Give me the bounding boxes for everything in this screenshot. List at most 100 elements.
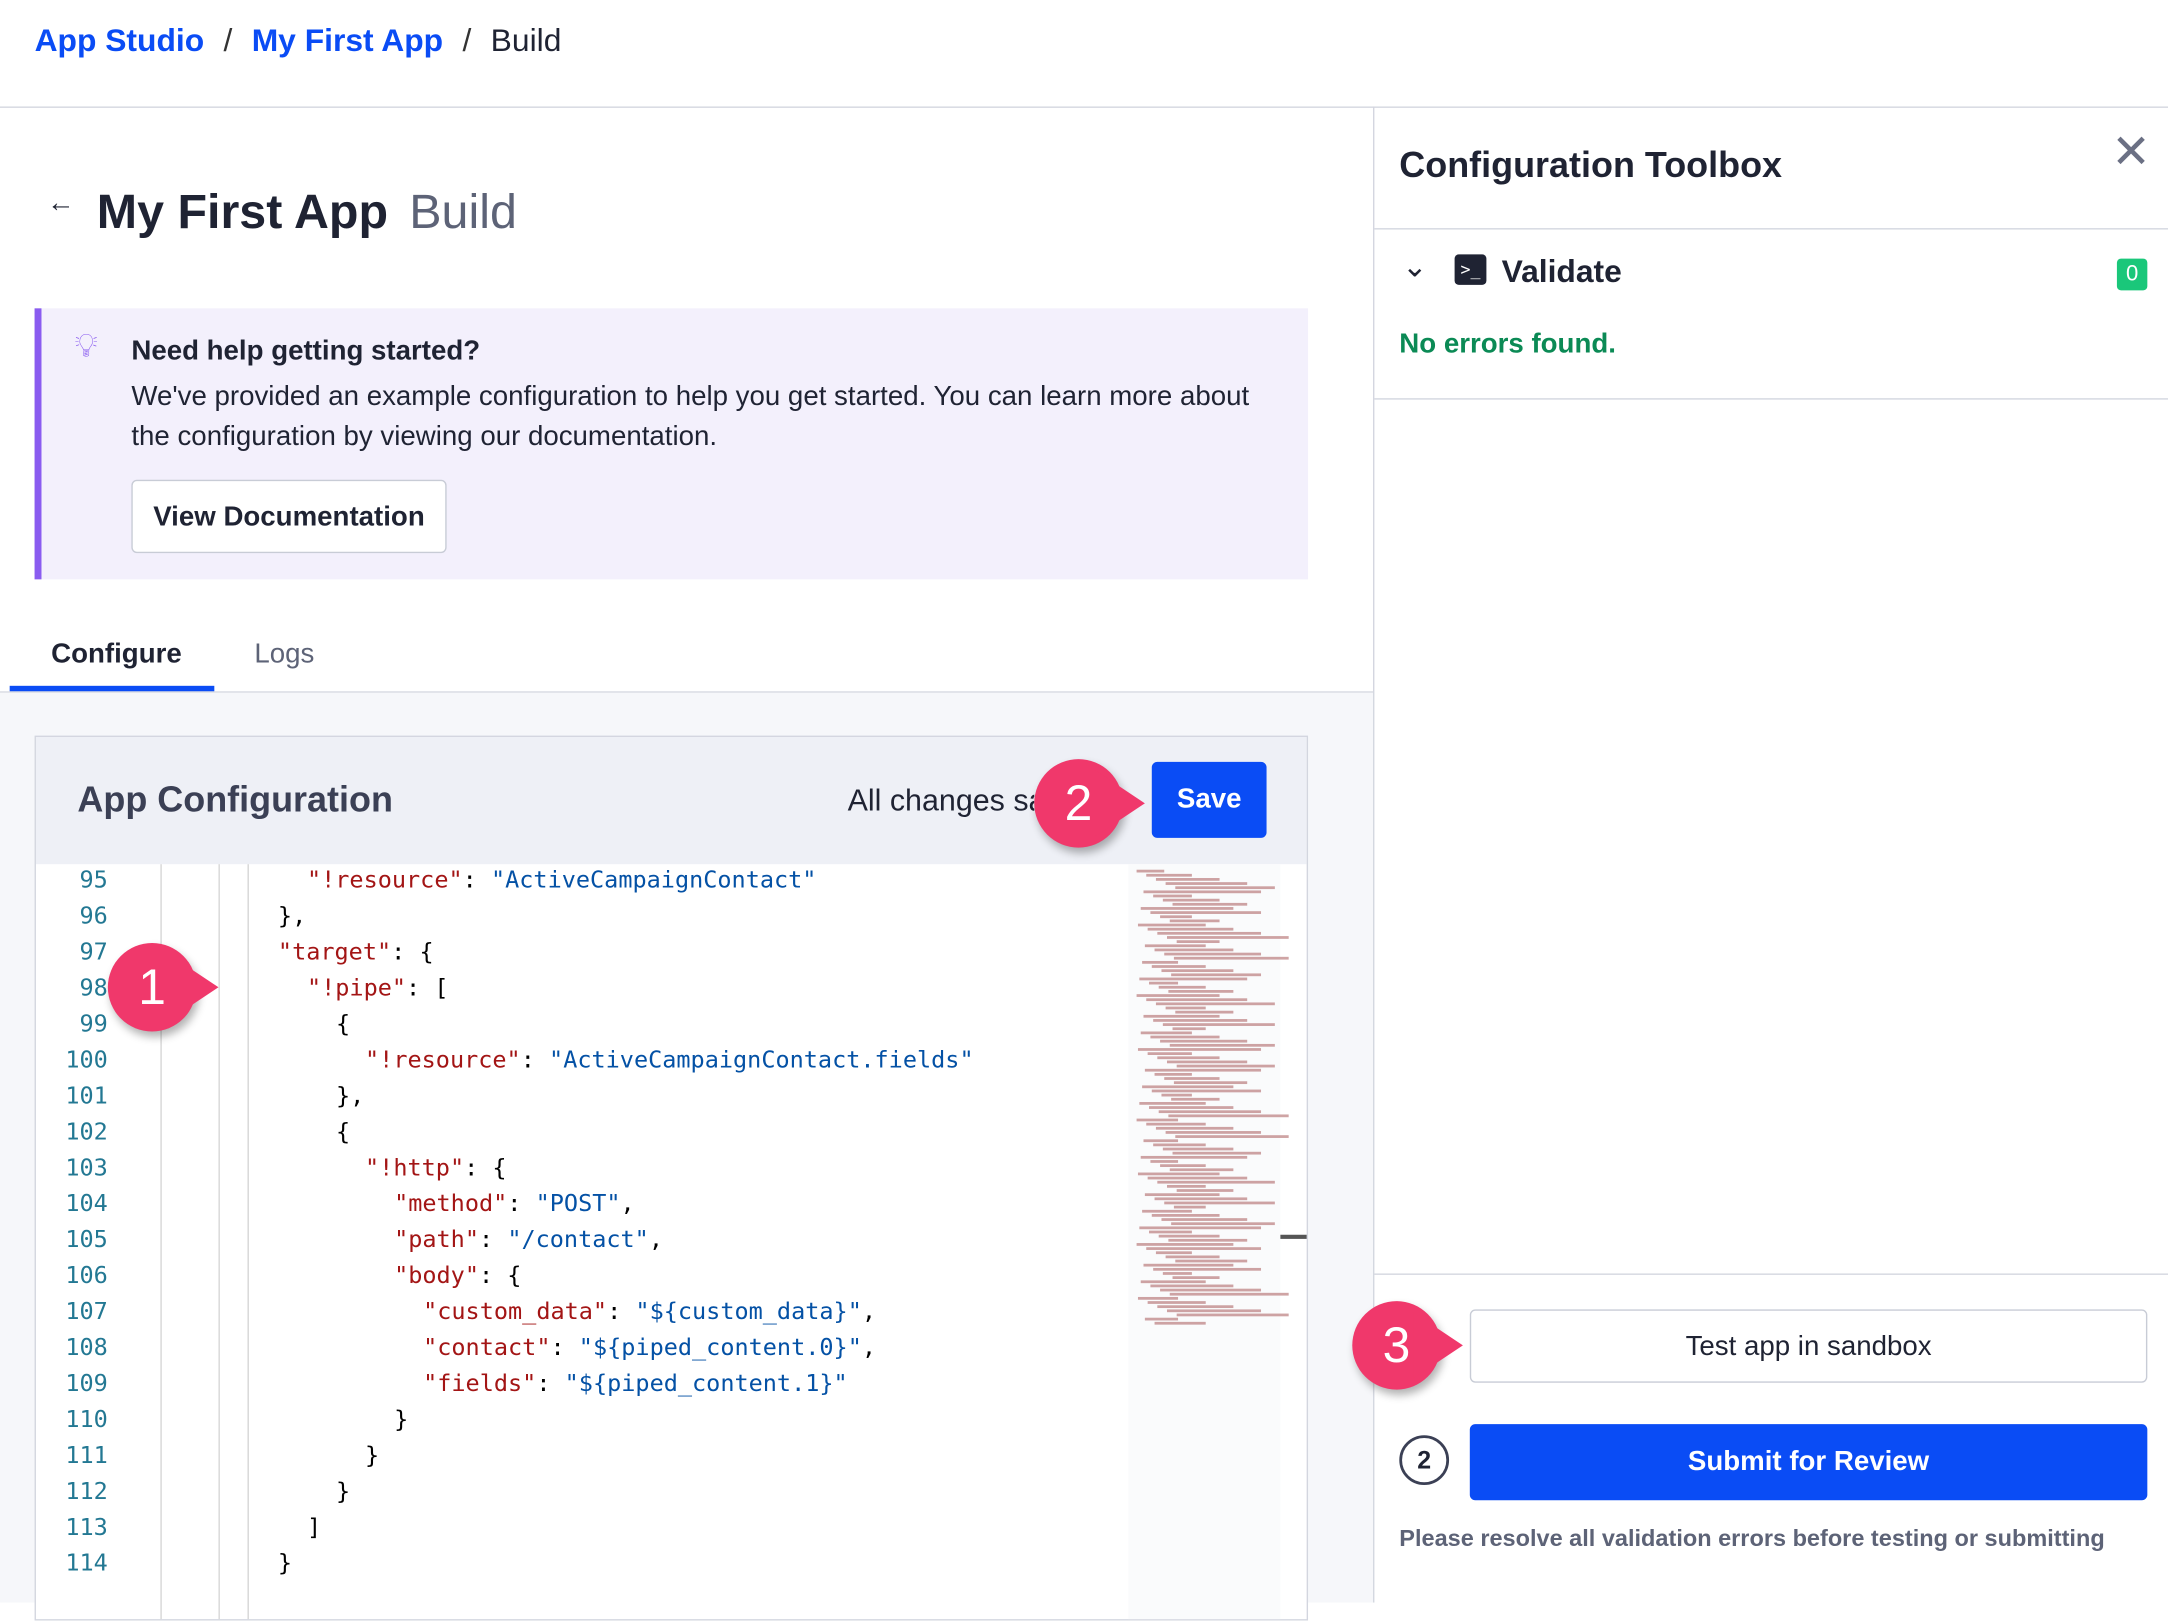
minimap-line: [1173, 1081, 1248, 1084]
minimap-line: [1153, 894, 1192, 897]
minimap-line: [1149, 981, 1179, 984]
code-line[interactable]: "path": "/contact",: [394, 1226, 663, 1254]
line-number: 96: [79, 902, 108, 931]
line-number: 111: [65, 1442, 108, 1470]
annotation-marker-3: 3: [1352, 1301, 1463, 1390]
code-line[interactable]: "!pipe": [: [307, 975, 449, 1003]
code-line[interactable]: {: [336, 1011, 350, 1039]
arrow-left-icon[interactable]: ←: [47, 188, 75, 220]
submit-for-review-button[interactable]: Submit for Review: [1469, 1424, 2148, 1501]
minimap-line: [1144, 1317, 1179, 1320]
code-line[interactable]: {: [336, 1119, 350, 1147]
minimap-line: [1160, 1288, 1262, 1291]
code-line[interactable]: },: [278, 903, 306, 931]
minimap-line: [1164, 1077, 1220, 1080]
breadcrumb-separator: /: [223, 22, 233, 59]
minimap-line: [1146, 1122, 1206, 1125]
chevron-down-icon[interactable]: ⌄: [1402, 249, 1427, 285]
lightbulb-icon: 💡︎: [74, 327, 98, 366]
tab-logs[interactable]: Logs: [254, 639, 314, 671]
breadcrumb-app-studio[interactable]: App Studio: [35, 22, 205, 58]
close-icon[interactable]: ✕: [2111, 124, 2150, 179]
breadcrumb-my-first-app[interactable]: My First App: [252, 22, 443, 58]
minimap-line: [1176, 1189, 1234, 1192]
minimap-line: [1155, 878, 1220, 881]
code-line[interactable]: "target": {: [278, 939, 434, 967]
minimap-line: [1175, 886, 1275, 889]
line-number: 103: [65, 1154, 108, 1183]
minimap-line: [1168, 1114, 1289, 1117]
minimap-line: [1149, 1106, 1234, 1109]
minimap-line: [1146, 998, 1248, 1001]
line-number: 95: [79, 866, 108, 895]
code-line[interactable]: ]: [307, 1514, 321, 1542]
minimap-line: [1153, 1019, 1248, 1022]
breadcrumb-build: Build: [490, 22, 562, 59]
minimap-line: [1155, 1002, 1275, 1005]
line-number: 102: [65, 1118, 108, 1147]
code-line[interactable]: }: [394, 1406, 408, 1434]
toolbox-title: Configuration Toolbox: [1399, 143, 1783, 186]
code-line[interactable]: }: [336, 1478, 350, 1506]
minimap-line: [1139, 1102, 1206, 1105]
error-count-badge: 0: [2116, 258, 2148, 291]
minimap-line: [1162, 898, 1220, 901]
minimap-line: [1146, 1247, 1262, 1250]
minimap-line: [1164, 1201, 1275, 1204]
minimap-line: [1173, 956, 1289, 959]
line-number: 112: [65, 1478, 108, 1506]
line-number: 101: [65, 1082, 108, 1111]
minimap-line: [1150, 911, 1262, 914]
code-line[interactable]: }: [365, 1442, 379, 1470]
code-line[interactable]: "!resource": "ActiveCampaignContact.fiel…: [365, 1047, 974, 1075]
minimap-line: [1165, 1255, 1220, 1258]
minimap-line: [1143, 1139, 1179, 1142]
validate-section-title[interactable]: Validate: [1502, 253, 1622, 290]
code-line[interactable]: "custom_data": "${custom_data}",: [423, 1298, 876, 1326]
minimap-line: [1176, 1064, 1275, 1067]
line-number: 104: [65, 1190, 108, 1219]
code-line[interactable]: "fields": "${piped_content.1}": [423, 1370, 848, 1398]
tab-configure[interactable]: Configure: [51, 639, 182, 671]
minimap-line: [1140, 1031, 1192, 1034]
minimap-line: [1139, 1226, 1262, 1229]
minimap-line: [1158, 1110, 1262, 1113]
view-documentation-button[interactable]: View Documentation: [131, 479, 447, 554]
code-line[interactable]: "body": {: [394, 1262, 521, 1290]
help-text: We've provided an example configuration …: [131, 381, 1250, 453]
minimap-line: [1168, 1238, 1248, 1241]
minimap-line: [1169, 1292, 1289, 1295]
test-app-in-sandbox-button[interactable]: Test app in sandbox: [1469, 1309, 2148, 1383]
code-line[interactable]: "!http": {: [365, 1155, 507, 1183]
minimap-line: [1151, 1214, 1220, 1217]
code-line[interactable]: }: [278, 1550, 292, 1578]
minimap-line: [1169, 1168, 1234, 1171]
code-line[interactable]: "contact": "${piped_content.0}",: [423, 1334, 876, 1362]
line-number: 98: [79, 974, 108, 1003]
annotation-marker-1: 1: [107, 943, 219, 1032]
minimap-line: [1157, 1305, 1234, 1308]
minimap-line: [1154, 1197, 1248, 1200]
minimap-line: [1158, 1234, 1220, 1237]
minimap-line: [1140, 907, 1234, 910]
minimap-line: [1166, 1060, 1248, 1063]
code-line[interactable]: "!resource": "ActiveCampaignContact": [307, 867, 817, 895]
minimap-line: [1169, 1043, 1275, 1047]
minimap-line: [1175, 1135, 1289, 1138]
code-line[interactable]: },: [336, 1083, 364, 1111]
validate-divider: [1374, 398, 2168, 400]
code-minimap[interactable]: [1128, 864, 1289, 1620]
minimap-line: [1137, 1296, 1179, 1300]
minimap-line: [1172, 1276, 1220, 1279]
minimap-line: [1162, 1272, 1192, 1275]
save-button[interactable]: Save: [1151, 761, 1267, 838]
minimap-line: [1144, 944, 1206, 947]
terminal-icon: >_: [1454, 254, 1487, 285]
minimap-line: [1160, 1164, 1206, 1167]
scrollbar-thumb[interactable]: [1280, 1234, 1307, 1239]
code-line[interactable]: "method": "POST",: [394, 1191, 635, 1219]
minimap-line: [1171, 1222, 1275, 1225]
minimap-line: [1160, 915, 1192, 918]
minimap-line: [1172, 1027, 1206, 1030]
minimap-line: [1140, 1280, 1206, 1283]
